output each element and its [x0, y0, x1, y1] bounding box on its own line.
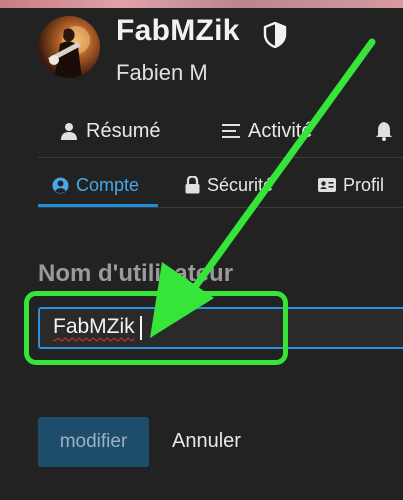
tab-security-label: Sécurité	[207, 174, 274, 195]
tab-profile[interactable]: Profil	[318, 172, 384, 198]
tab-security[interactable]: Sécurité	[185, 172, 273, 198]
profile-full-name: Fabien M	[116, 60, 208, 85]
profile-username: FabMZik	[116, 14, 240, 47]
modify-button[interactable]: modifier	[38, 417, 149, 467]
nav-notifications[interactable]	[374, 118, 402, 144]
username-input-value[interactable]: FabMZik	[53, 315, 135, 339]
tabs-divider	[38, 207, 403, 208]
user-icon	[60, 122, 78, 140]
nav-divider	[38, 157, 403, 158]
nav-summary[interactable]: Résumé	[60, 118, 160, 144]
header-banner	[0, 0, 403, 8]
avatar-image	[48, 26, 90, 78]
id-card-icon	[318, 178, 336, 192]
text-caret	[140, 316, 142, 340]
username-field-label: Nom d'utilisateur	[38, 260, 234, 287]
nav-activity[interactable]: Activité	[222, 118, 312, 144]
shield-half-icon	[263, 22, 287, 48]
bell-icon	[374, 121, 394, 141]
user-circle-icon	[52, 177, 69, 194]
primary-nav: Résumé Activité	[0, 108, 403, 156]
tab-account[interactable]: Compte	[52, 172, 139, 198]
cancel-button[interactable]: Annuler	[172, 430, 241, 453]
list-icon	[222, 123, 240, 139]
tab-profile-label: Profil	[343, 174, 385, 195]
nav-summary-label: Résumé	[86, 119, 161, 142]
avatar[interactable]	[38, 16, 100, 78]
tab-account-label: Compte	[76, 174, 140, 195]
lock-icon	[185, 176, 200, 194]
nav-activity-label: Activité	[248, 119, 313, 142]
